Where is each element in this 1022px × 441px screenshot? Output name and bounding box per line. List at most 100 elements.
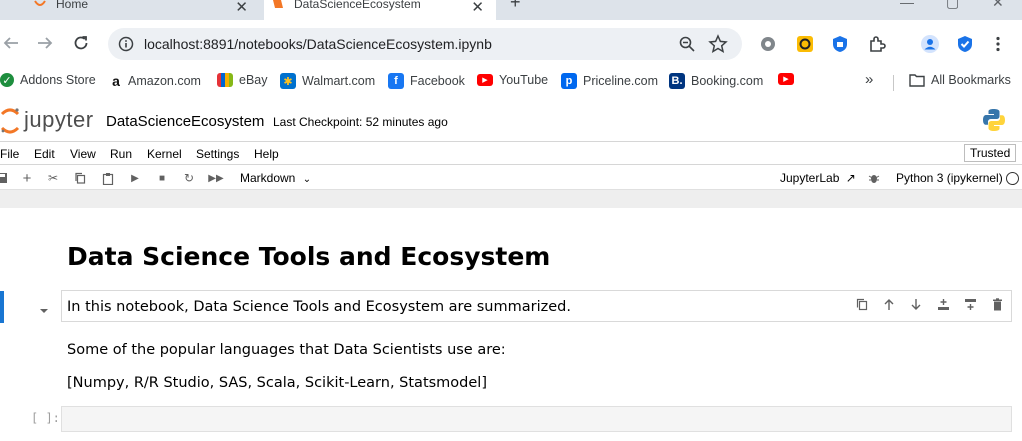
cell-type-select[interactable]: Markdown ⌄ [240, 171, 311, 185]
bookmark-booking[interactable]: B. Booking.com [669, 73, 763, 89]
site-info-icon[interactable] [118, 36, 134, 52]
priceline-icon: p [561, 73, 577, 89]
move-down-icon[interactable] [908, 296, 924, 312]
jupyter-logo-text[interactable]: jupyter [24, 107, 94, 133]
kernel-name[interactable]: Python 3 (ipykernel) [896, 171, 1003, 185]
debug-bug-icon[interactable] [866, 170, 882, 186]
copy-icon[interactable] [72, 170, 88, 186]
folder-icon [909, 74, 925, 87]
checkpoint-status: Last Checkpoint: 52 minutes ago [273, 115, 448, 129]
minimize-icon[interactable]: — [900, 0, 914, 10]
menu-kernel[interactable]: Kernel [147, 147, 182, 161]
save-icon[interactable] [0, 170, 10, 186]
bookmark-label: YouTube [499, 73, 549, 87]
bookmark-facebook[interactable]: f Facebook [388, 73, 465, 89]
menu-help[interactable]: Help [254, 147, 279, 161]
jupyterlab-label: JupyterLab [780, 171, 840, 185]
menu-run[interactable]: Run [110, 147, 132, 161]
jupyter-tab-icon [273, 0, 283, 8]
bookmark-label: Facebook [410, 74, 465, 88]
jupyter-header: jupyter DataScienceEcosystem Last Checkp… [0, 101, 1022, 141]
forward-icon[interactable] [34, 32, 56, 54]
address-bar[interactable]: localhost:8891/notebooks/DataScienceEcos… [108, 28, 742, 60]
cut-icon[interactable]: ✂ [45, 170, 61, 186]
bookmark-label: Priceline.com [583, 74, 659, 88]
bookmark-label: Amazon.com [128, 74, 201, 88]
jupyter-menu-bar: File Edit View Run Kernel Settings Help … [0, 141, 1022, 165]
bookmark-ebay[interactable]: eBay [217, 73, 268, 87]
extension-shield-icon[interactable] [830, 34, 850, 54]
jupyter-logo-icon[interactable] [0, 108, 20, 134]
python-logo-icon [983, 109, 1005, 131]
delete-cell-icon[interactable] [989, 296, 1005, 312]
add-cell-icon[interactable]: + [19, 170, 35, 187]
run-icon[interactable]: ▶ [127, 170, 143, 186]
trusted-badge[interactable]: Trusted [964, 144, 1017, 162]
bookmark-priceline[interactable]: p Priceline.com [561, 73, 658, 89]
cell-type-label: Markdown [240, 171, 296, 185]
menu-edit[interactable]: Edit [34, 147, 55, 161]
menu-settings[interactable]: Settings [196, 147, 239, 161]
menu-file[interactable]: File [0, 147, 19, 161]
bookmark-label: eBay [239, 73, 268, 87]
url-text[interactable]: localhost:8891/notebooks/DataScienceEcos… [144, 36, 492, 52]
code-cell-prompt: [ ]: [31, 411, 60, 425]
bookmark-youtube-2[interactable]: ▶ [778, 73, 800, 85]
bookmark-addons-store[interactable]: ✓ Addons Store [0, 73, 96, 87]
languages-list: [Numpy, R/R Studio, SAS, Scala, Scikit-L… [67, 375, 487, 391]
browser-menu-icon[interactable] [988, 34, 1008, 54]
back-icon[interactable] [0, 32, 22, 54]
youtube-icon: ▶ [477, 74, 493, 86]
booking-icon: B. [669, 73, 685, 89]
markdown-cell[interactable]: In this notebook, Data Science Tools and… [61, 290, 1012, 322]
close-tab-icon[interactable]: ✕ [235, 0, 248, 16]
zoom-icon[interactable] [678, 35, 696, 53]
bookmark-star-icon[interactable] [708, 34, 728, 54]
bookmark-label: Addons Store [20, 73, 96, 87]
bookmark-youtube[interactable]: ▶ YouTube [477, 73, 548, 87]
bookmark-label: Walmart.com [302, 74, 376, 88]
ebay-icon [217, 73, 233, 87]
more-bookmarks-button[interactable]: » [865, 71, 873, 88]
insert-above-icon[interactable] [935, 296, 951, 312]
all-bookmarks-button[interactable]: All Bookmarks [909, 73, 1011, 87]
move-up-icon[interactable] [881, 296, 897, 312]
duplicate-cell-icon[interactable] [854, 296, 870, 312]
menu-view[interactable]: View [70, 147, 96, 161]
reload-icon[interactable] [70, 32, 92, 54]
collapse-cell-icon[interactable] [38, 306, 50, 316]
bookmark-walmart[interactable]: ✱ Walmart.com [280, 73, 375, 89]
profile-avatar-icon[interactable] [920, 34, 940, 54]
tab-home-label: Home [56, 0, 89, 11]
facebook-icon: f [388, 73, 404, 89]
addons-icon: ✓ [0, 73, 14, 87]
tab-datascienceecosystem[interactable]: DataScienceEcosystem ✕ [264, 0, 496, 20]
insert-below-icon[interactable] [962, 296, 978, 312]
new-tab-icon[interactable]: + [510, 0, 521, 13]
notebook-title[interactable]: DataScienceEcosystem [106, 113, 264, 130]
notebook-toolbar: + ✂ ▶ ■ ↻ ▶▶ Markdown ⌄ JupyterLab ↗ Pyt… [0, 166, 1022, 190]
notebook-heading: Data Science Tools and Ecosystem [67, 242, 551, 271]
chevron-down-icon: ⌄ [302, 174, 312, 185]
restore-icon[interactable]: ▢ [946, 0, 959, 11]
external-link-icon: ↗ [845, 171, 856, 185]
open-jupyterlab-link[interactable]: JupyterLab ↗ [780, 171, 856, 185]
extension-gear-icon[interactable] [758, 34, 778, 54]
languages-intro: Some of the popular languages that Data … [67, 342, 506, 358]
fast-forward-icon[interactable]: ▶▶ [208, 170, 224, 186]
bookmark-amazon[interactable]: a Amazon.com [110, 73, 201, 89]
close-tab-icon[interactable]: ✕ [471, 0, 484, 16]
code-cell-input[interactable] [61, 406, 1012, 432]
stop-icon[interactable]: ■ [154, 170, 170, 186]
paste-icon[interactable] [100, 170, 116, 186]
active-cell-indicator [0, 291, 4, 323]
close-window-icon[interactable]: ✕ [992, 0, 1004, 11]
restart-icon[interactable]: ↻ [181, 170, 197, 186]
home-tab-icon [34, 0, 46, 6]
tab-home[interactable]: Home ✕ [0, 0, 262, 20]
extension-pwd-icon[interactable] [795, 34, 815, 54]
extensions-puzzle-icon[interactable] [867, 34, 887, 54]
kernel-status-icon [1006, 172, 1019, 185]
bookmarks-bar: ✓ Addons Store a Amazon.com eBay ✱ Walma… [0, 68, 1022, 96]
security-shield-icon[interactable] [955, 34, 975, 54]
